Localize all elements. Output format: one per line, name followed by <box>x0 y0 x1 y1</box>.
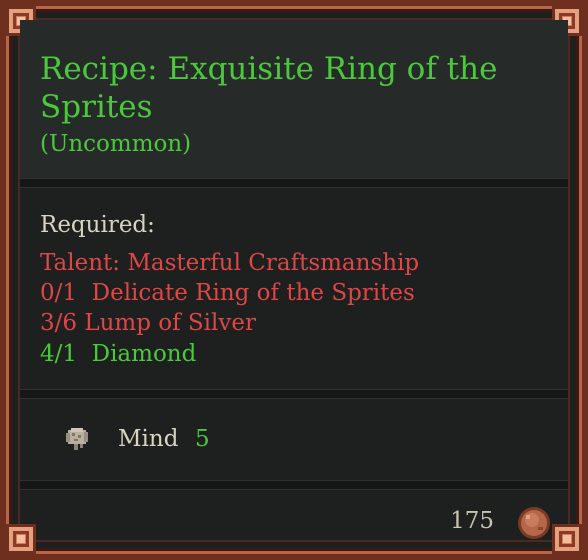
copper-coin-icon <box>518 507 550 539</box>
brain-icon <box>66 428 88 450</box>
item-tooltip: Recipe: Exquisite Ring of the Sprites (U… <box>0 0 588 560</box>
requirement-material: 4/1 Diamond <box>40 341 197 367</box>
section-divider <box>20 480 568 490</box>
stat-value: 5 <box>195 426 210 452</box>
requirement-talent: Talent: Masterful Craftsmanship <box>40 250 420 276</box>
item-price: 175 <box>450 508 494 534</box>
section-divider <box>20 178 568 188</box>
item-rarity: (Uncommon) <box>40 131 192 157</box>
frame-corner-ornament <box>6 524 36 554</box>
item-title: Recipe: Exquisite Ring of the Sprites <box>40 51 498 125</box>
section-divider <box>20 389 568 399</box>
frame-corner-ornament <box>552 524 582 554</box>
requirement-material: 0/1 Delicate Ring of the Sprites <box>40 280 415 306</box>
requirements-heading: Required: <box>40 212 155 238</box>
requirement-material: 3/6 Lump of Silver <box>40 310 256 336</box>
stat-label: Mind <box>118 426 179 452</box>
